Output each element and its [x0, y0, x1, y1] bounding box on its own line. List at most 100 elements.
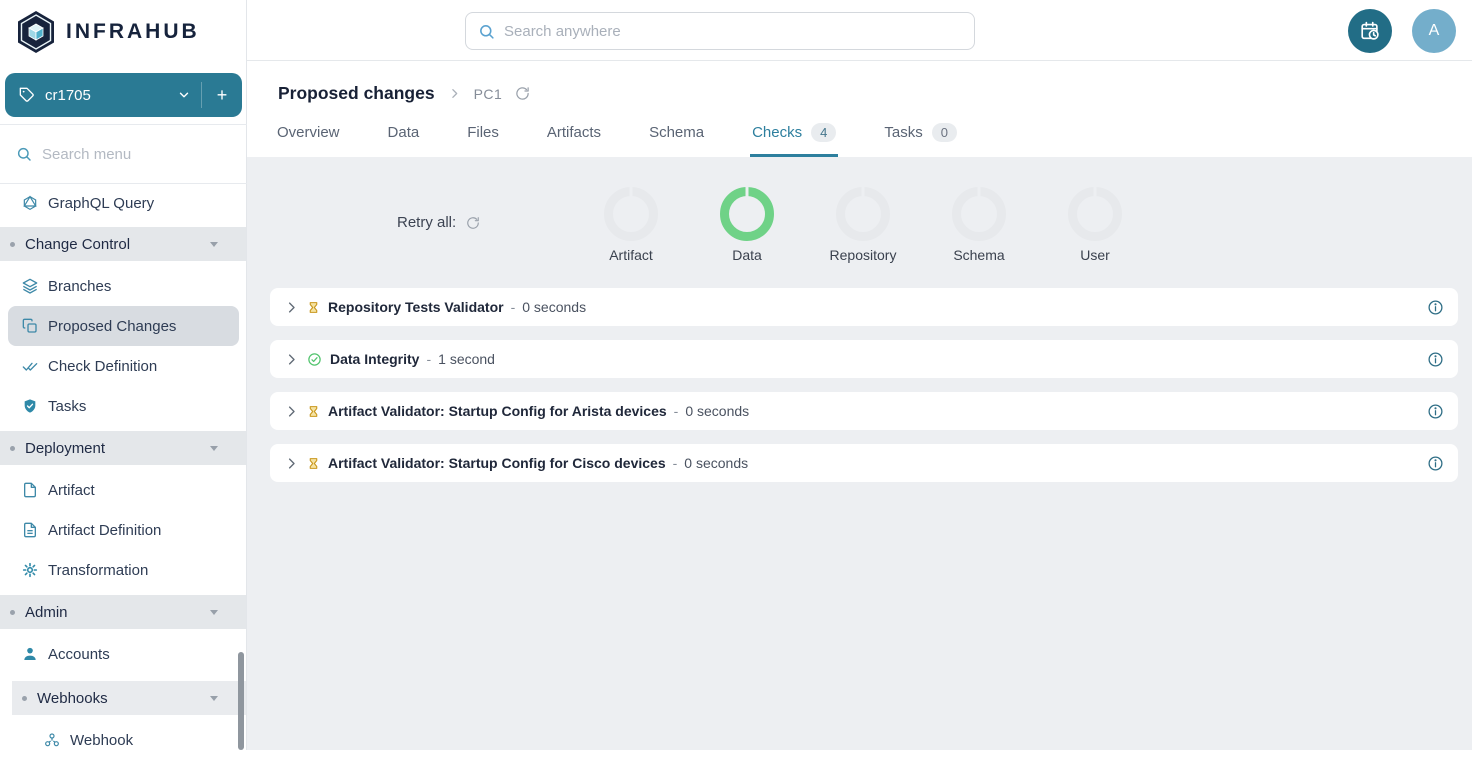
sidebar-section-change-control[interactable]: Change Control: [0, 227, 246, 261]
branch-selector[interactable]: cr1705 +: [5, 73, 242, 117]
sidebar: INFRAHUB cr1705 +: [0, 0, 247, 750]
sidebar-section-admin[interactable]: Admin: [0, 595, 246, 629]
sidebar-item-check-definition[interactable]: Check Definition: [0, 346, 246, 386]
bullet-icon: [10, 242, 15, 247]
chevron-right-icon[interactable]: [284, 300, 299, 315]
sidebar-item-transformation[interactable]: Transformation: [0, 550, 246, 590]
shield-check-icon: [22, 398, 38, 414]
sidebar-item-label: Artifact: [48, 482, 95, 499]
double-check-icon: [22, 358, 38, 374]
ring-schema[interactable]: Schema: [921, 187, 1037, 263]
time-travel-button[interactable]: [1348, 9, 1392, 53]
tab-schema[interactable]: Schema: [647, 115, 706, 157]
copy-icon: [22, 318, 38, 334]
avatar[interactable]: A: [1412, 9, 1456, 53]
add-branch-button[interactable]: +: [202, 85, 242, 106]
tab-badge: 0: [932, 123, 957, 142]
tab-label: Files: [467, 124, 499, 141]
ring-label: Artifact: [609, 247, 653, 263]
hourglass-pending-icon: [307, 404, 320, 419]
tab-data[interactable]: Data: [386, 115, 422, 157]
hourglass-pending-icon: [307, 456, 320, 471]
chevron-right-icon[interactable]: [284, 456, 299, 471]
separator: -: [674, 403, 679, 419]
sidebar-item-artifact-definition[interactable]: Artifact Definition: [0, 510, 246, 550]
sidebar-item-branches[interactable]: Branches: [0, 266, 246, 306]
chevron-right-icon: [448, 87, 461, 100]
sidebar-item-graphql-query[interactable]: GraphQL Query: [0, 183, 246, 223]
collapse-triangle-icon: [210, 446, 218, 451]
progress-ring: [952, 187, 1006, 241]
sidebar-scrollbar[interactable]: [238, 652, 244, 750]
layers-icon: [22, 278, 38, 294]
tab-label: Data: [388, 124, 420, 141]
webhook-icon: [44, 732, 60, 748]
validator-duration: 1 second: [438, 351, 495, 367]
sidebar-item-webhook[interactable]: Webhook: [0, 720, 246, 760]
validator-row-data-integrity[interactable]: Data Integrity - 1 second: [270, 340, 1458, 378]
refresh-icon[interactable]: [515, 86, 530, 101]
validator-row-repository-tests[interactable]: Repository Tests Validator - 0 seconds: [270, 288, 1458, 326]
validator-row-artifact-arista[interactable]: Artifact Validator: Startup Config for A…: [270, 392, 1458, 430]
ring-repository[interactable]: Repository: [805, 187, 921, 263]
sidebar-search[interactable]: [0, 125, 246, 183]
ring-data[interactable]: Data: [689, 187, 805, 263]
sidebar-item-accounts[interactable]: Accounts: [0, 634, 246, 674]
sidebar-item-label: Artifact Definition: [48, 522, 161, 539]
tab-overview[interactable]: Overview: [275, 115, 342, 157]
page-header: Proposed changes PC1 Overview Data Files…: [247, 61, 1472, 157]
tab-artifacts[interactable]: Artifacts: [545, 115, 603, 157]
sidebar-item-artifact[interactable]: Artifact: [0, 470, 246, 510]
retry-all-label: Retry all:: [397, 214, 456, 231]
sidebar-item-label: Proposed Changes: [48, 318, 176, 335]
validator-row-artifact-cisco[interactable]: Artifact Validator: Startup Config for C…: [270, 444, 1458, 482]
app-logo[interactable]: INFRAHUB: [0, 0, 246, 62]
progress-ring: [836, 187, 890, 241]
chevron-right-icon[interactable]: [284, 352, 299, 367]
sidebar-section-label: Webhooks: [37, 690, 108, 707]
chevron-down-icon[interactable]: [177, 88, 191, 102]
chevron-right-icon[interactable]: [284, 404, 299, 419]
file-icon: [22, 482, 38, 498]
sidebar-item-tasks[interactable]: Tasks: [0, 386, 246, 426]
topbar: A: [247, 0, 1472, 61]
retry-all: Retry all:: [397, 214, 480, 231]
info-icon[interactable]: [1427, 299, 1444, 316]
breadcrumb-item[interactable]: PC1: [474, 86, 503, 102]
info-icon[interactable]: [1427, 403, 1444, 420]
progress-ring-success: [720, 187, 774, 241]
sidebar-item-label: Tasks: [48, 398, 86, 415]
sidebar-section-label: Deployment: [25, 440, 105, 457]
bullet-icon: [22, 696, 27, 701]
ring-artifact[interactable]: Artifact: [573, 187, 689, 263]
branch-name: cr1705: [45, 87, 177, 104]
validator-list: Repository Tests Validator - 0 seconds D…: [270, 288, 1458, 496]
sidebar-item-label: Webhook: [70, 732, 133, 749]
tab-files[interactable]: Files: [465, 115, 501, 157]
sidebar-section-deployment[interactable]: Deployment: [0, 431, 246, 465]
gear-icon: [22, 562, 38, 578]
validator-duration: 0 seconds: [684, 455, 748, 471]
tab-checks[interactable]: Checks 4: [750, 115, 838, 157]
sidebar-item-label: Check Definition: [48, 358, 157, 375]
sidebar-item-proposed-changes[interactable]: Proposed Changes: [8, 306, 239, 346]
global-search[interactable]: [465, 12, 975, 50]
page-title: Proposed changes: [278, 83, 435, 104]
global-search-input[interactable]: [504, 23, 944, 40]
validator-name: Repository Tests Validator: [328, 299, 504, 315]
tab-tasks[interactable]: Tasks 0: [882, 115, 959, 157]
sidebar-subsection-webhooks[interactable]: Webhooks: [12, 681, 246, 715]
sidebar-section-label: Admin: [25, 604, 68, 621]
info-icon[interactable]: [1427, 351, 1444, 368]
progress-ring: [604, 187, 658, 241]
validator-duration: 0 seconds: [522, 299, 586, 315]
tab-label: Schema: [649, 124, 704, 141]
sidebar-search-input[interactable]: [42, 146, 222, 163]
check-circle-success-icon: [307, 352, 322, 367]
info-icon[interactable]: [1427, 455, 1444, 472]
separator: -: [511, 299, 516, 315]
ring-label: Repository: [830, 247, 897, 263]
retry-refresh-icon[interactable]: [466, 216, 480, 230]
ring-user[interactable]: User: [1037, 187, 1153, 263]
breadcrumb: Proposed changes PC1: [278, 83, 530, 104]
